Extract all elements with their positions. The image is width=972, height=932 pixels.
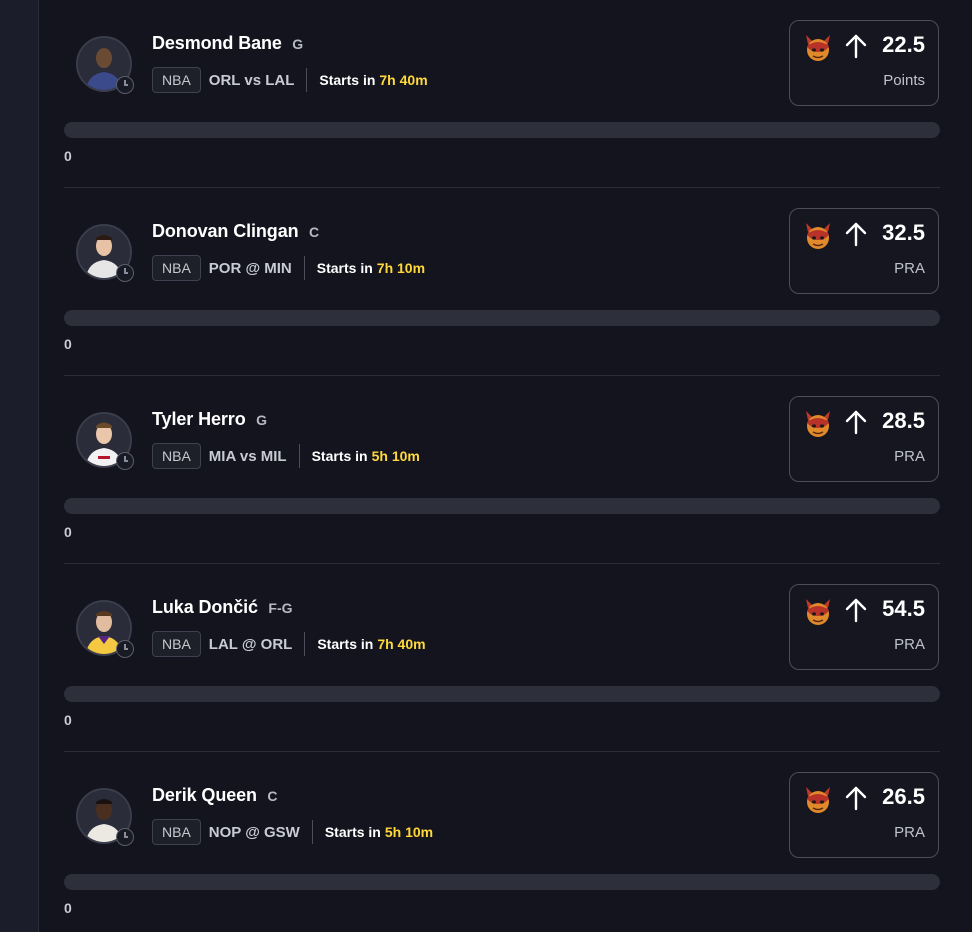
left-sidebar (0, 0, 39, 932)
player-position: C (308, 224, 320, 240)
stat-progress-bar (64, 874, 940, 890)
countdown-time: 7h 40m (379, 72, 428, 88)
current-stat-value: 0 (64, 524, 72, 540)
picks-feed: Desmond Bane G NBA ORL vs LAL Starts in … (39, 0, 972, 932)
up-arrow-icon (845, 222, 867, 247)
pick-line-button[interactable]: 54.5 PRA (789, 584, 939, 670)
matchup-text: LAL @ ORL (208, 635, 293, 653)
game-meta-row: NBA NOP @ GSW Starts in 5h 10m (152, 818, 433, 846)
clock-icon (116, 452, 134, 470)
current-stat-value: 0 (64, 148, 72, 164)
stat-progress-bar (64, 498, 940, 514)
meta-divider (311, 820, 313, 844)
league-badge: NBA (152, 67, 201, 93)
league-badge: NBA (152, 255, 201, 281)
player-position: C (267, 788, 278, 804)
line-value: 22.5 (882, 32, 925, 57)
player-position: G (256, 412, 267, 428)
stat-type: PRA (894, 260, 925, 277)
line-value: 54.5 (882, 596, 925, 621)
player-name-row: Tyler Herro G (152, 409, 267, 433)
countdown-time: 7h 10m (376, 260, 426, 276)
league-badge: NBA (152, 819, 201, 845)
stat-progress-bar (64, 686, 940, 702)
game-meta-row: NBA LAL @ ORL Starts in 7h 40m (152, 630, 426, 658)
matchup-text: POR @ MIN (208, 259, 292, 277)
starts-label: Starts in (316, 260, 373, 276)
demon-icon (806, 787, 830, 813)
current-stat-value: 0 (64, 900, 72, 916)
pick-card[interactable]: Derik Queen C NBA NOP @ GSW Starts in 5h… (64, 752, 940, 932)
stat-type: PRA (894, 448, 925, 465)
meta-divider (304, 632, 306, 656)
starts-label: Starts in (317, 636, 374, 652)
clock-icon (116, 640, 134, 658)
game-meta-row: NBA POR @ MIN Starts in 7h 10m (152, 254, 425, 282)
countdown-time: 5h 10m (384, 824, 434, 840)
stat-type: PRA (894, 636, 925, 653)
player-name[interactable]: Donovan Clingan (152, 221, 299, 241)
pick-card[interactable]: Luka Dončić F-G NBA LAL @ ORL Starts in … (64, 564, 940, 752)
player-name[interactable]: Derik Queen (152, 785, 257, 805)
app-frame: Desmond Bane G NBA ORL vs LAL Starts in … (0, 0, 972, 932)
stat-type: Points (883, 72, 925, 89)
game-meta-row: NBA ORL vs LAL Starts in 7h 40m (152, 66, 428, 94)
stat-progress-bar (64, 122, 940, 138)
player-name-row: Donovan Clingan C (152, 221, 319, 245)
line-value: 26.5 (882, 784, 925, 809)
line-value: 32.5 (882, 220, 925, 245)
up-arrow-icon (845, 410, 867, 435)
pick-card[interactable]: Desmond Bane G NBA ORL vs LAL Starts in … (64, 0, 940, 188)
player-name-row: Desmond Bane G (152, 33, 303, 57)
player-position: F-G (268, 600, 293, 616)
line-value: 28.5 (882, 408, 925, 433)
player-name[interactable]: Luka Dončić (152, 597, 258, 617)
pick-line-button[interactable]: 22.5 Points (789, 20, 939, 106)
pick-card[interactable]: Tyler Herro G NBA MIA vs MIL Starts in 5… (64, 376, 940, 564)
clock-icon (116, 828, 134, 846)
up-arrow-icon (845, 786, 867, 811)
demon-icon (806, 223, 830, 249)
countdown-time: 5h 10m (371, 448, 420, 464)
up-arrow-icon (845, 598, 867, 623)
demon-icon (806, 411, 830, 437)
game-meta-row: NBA MIA vs MIL Starts in 5h 10m (152, 442, 420, 470)
clock-icon (116, 76, 134, 94)
up-arrow-icon (845, 34, 867, 59)
clock-icon (116, 264, 134, 282)
starts-label: Starts in (319, 72, 376, 88)
matchup-text: ORL vs LAL (208, 71, 295, 89)
pick-line-button[interactable]: 32.5 PRA (789, 208, 939, 294)
pick-card[interactable]: Donovan Clingan C NBA POR @ MIN Starts i… (64, 188, 940, 376)
meta-divider (303, 256, 305, 280)
meta-divider (298, 444, 300, 468)
pick-line-button[interactable]: 26.5 PRA (789, 772, 939, 858)
current-stat-value: 0 (64, 336, 72, 352)
matchup-text: NOP @ GSW (208, 823, 300, 841)
pick-line-button[interactable]: 28.5 PRA (789, 396, 939, 482)
starts-label: Starts in (324, 824, 381, 840)
league-badge: NBA (152, 631, 201, 657)
matchup-text: MIA vs MIL (208, 447, 287, 465)
starts-label: Starts in (311, 448, 368, 464)
meta-divider (306, 68, 308, 92)
player-name[interactable]: Desmond Bane (152, 33, 282, 53)
league-badge: NBA (152, 443, 201, 469)
current-stat-value: 0 (64, 712, 72, 728)
demon-icon (806, 35, 830, 61)
demon-icon (806, 599, 830, 625)
player-name-row: Luka Dončić F-G (152, 597, 293, 621)
player-name-row: Derik Queen C (152, 785, 278, 809)
stat-progress-bar (64, 310, 940, 326)
countdown-time: 7h 40m (377, 636, 426, 652)
stat-type: PRA (894, 824, 925, 841)
player-position: G (292, 36, 304, 52)
player-name[interactable]: Tyler Herro (152, 409, 246, 429)
